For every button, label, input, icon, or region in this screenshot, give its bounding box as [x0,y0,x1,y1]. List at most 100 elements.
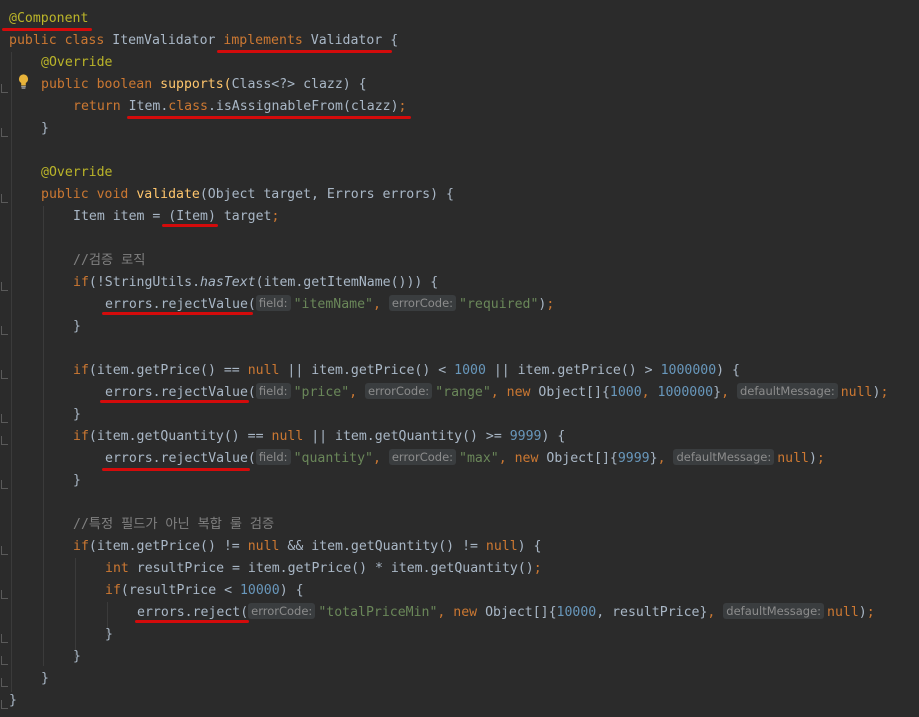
param-hint: errorCode: [365,383,433,399]
fold-marker-icon[interactable] [1,480,8,489]
highlight-underline [2,28,92,31]
closing-brace: } [73,473,81,488]
number-literal: 1000000 [660,363,717,378]
annotation: @Component [9,11,89,26]
code-line[interactable]: if(item.getPrice() == null || item.getPr… [73,360,740,382]
method-name: supports [160,77,224,92]
fold-marker-icon[interactable] [1,194,8,203]
code-text: && item.getQuantity() != [279,539,486,554]
code-line[interactable]: public void validate(Object target, Erro… [41,184,454,206]
fold-marker-icon[interactable] [1,84,8,93]
code-text: (item.getPrice() == [88,363,248,378]
number-literal: 9999 [617,451,650,466]
code-text: || item.getQuantity() >= [303,429,510,444]
fold-marker-icon[interactable] [1,282,8,291]
highlight-underline [162,224,218,227]
code-line[interactable]: } [73,404,81,426]
comment: //특정 필드가 아닌 복합 룰 검증 [73,517,275,532]
fold-marker-icon[interactable] [1,546,8,555]
annotation: @Override [41,55,113,70]
code-line[interactable]: } [9,690,17,712]
param-hint: field: [255,295,291,311]
string-literal: "max" [459,451,499,466]
code-line[interactable]: int resultPrice = item.getPrice() * item… [105,558,542,580]
code-line[interactable]: @Override [41,162,112,184]
code-line[interactable]: if(!StringUtils.hasText(item.getItemName… [73,272,438,294]
code-line[interactable]: } [73,470,81,492]
comma: , [657,451,674,466]
static-method: hasText [200,275,256,290]
code-text: || item.getPrice() > [485,363,661,378]
code-line[interactable]: @Component [9,8,88,30]
comma: , [707,605,724,620]
fold-marker-icon[interactable] [1,370,8,379]
fold-marker-icon[interactable] [1,414,8,423]
interface-name: Validator [310,33,383,48]
method-call: errors.reject( [137,605,249,620]
code-line[interactable]: } [41,118,49,140]
code-editor[interactable]: @Component public class ItemValidator im… [0,0,919,717]
code-line[interactable]: if(resultPrice < 10000) { [105,580,304,602]
code-line[interactable]: errors.rejectValue(field: "quantity", err… [105,448,825,470]
param-hint: errorCode: [388,449,457,465]
code-line[interactable]: } [73,646,81,668]
code-line[interactable]: @Override [41,52,112,74]
keyword: null [840,385,873,400]
semicolon: ; [398,99,407,114]
semicolon: ; [271,209,280,224]
fold-marker-icon[interactable] [1,590,8,599]
comma: , [437,605,454,620]
code-line[interactable]: } [41,668,49,690]
string-literal: "totalPriceMin" [318,605,438,620]
method-name: validate [136,187,200,202]
comma: , [721,385,737,400]
code-text: ) { [517,539,542,554]
code-text: Object[]{ [530,385,610,400]
comment: //검증 로직 [73,253,146,268]
param-hint: defaultMessage: [673,449,775,465]
highlight-underline [102,312,253,315]
fold-marker-icon[interactable] [1,436,8,445]
highlight-underline [217,50,392,53]
comma: , [490,385,507,400]
cast-expression: (Item) [168,209,216,224]
fold-marker-icon[interactable] [1,634,8,643]
keyword: if [73,275,89,290]
keyword: null [271,429,304,444]
fold-marker-icon[interactable] [1,128,8,137]
code-text: { [382,33,399,48]
indent-guide [11,52,12,692]
code-line[interactable]: } [105,624,113,646]
highlight-underline [127,116,411,119]
code-text: ) { [716,363,740,378]
semicolon: ; [546,297,555,312]
comma: , [372,451,389,466]
indent-guide [75,558,76,658]
fold-marker-icon[interactable] [1,678,8,687]
string-literal: "quantity" [293,451,373,466]
code-line[interactable]: //특정 필드가 아닌 복합 룰 검증 [73,514,274,536]
lightbulb-icon[interactable] [18,74,29,89]
code-line[interactable]: public class ItemValidator implements Va… [9,30,398,52]
code-line[interactable]: //검증 로직 [73,250,145,272]
fold-marker-icon[interactable] [1,656,8,665]
keyword: new [506,385,531,400]
keyword: return [73,99,121,114]
closing-brace: } [9,693,17,708]
keyword: if [105,583,121,598]
number-literal: 1000000 [657,385,714,400]
code-line[interactable]: } [73,316,81,338]
semicolon: ; [866,605,875,620]
number-literal: 9999 [509,429,542,444]
fold-marker-icon[interactable] [1,326,8,335]
code-line[interactable]: if(item.getPrice() != null && item.getQu… [73,536,541,558]
fold-marker-icon[interactable] [1,700,8,709]
code-text: resultPrice = item.getPrice() * item.get… [128,561,534,576]
code-line[interactable]: return Item.class.isAssignableFrom(clazz… [73,96,407,118]
keyword: if [73,363,89,378]
param-hint: errorCode: [388,295,457,311]
code-text: ) { [279,583,304,598]
code-line[interactable]: public boolean supports(Class<?> clazz) … [41,74,367,96]
closing-brace: } [73,319,81,334]
code-line[interactable]: if(item.getQuantity() == null || item.ge… [73,426,565,448]
